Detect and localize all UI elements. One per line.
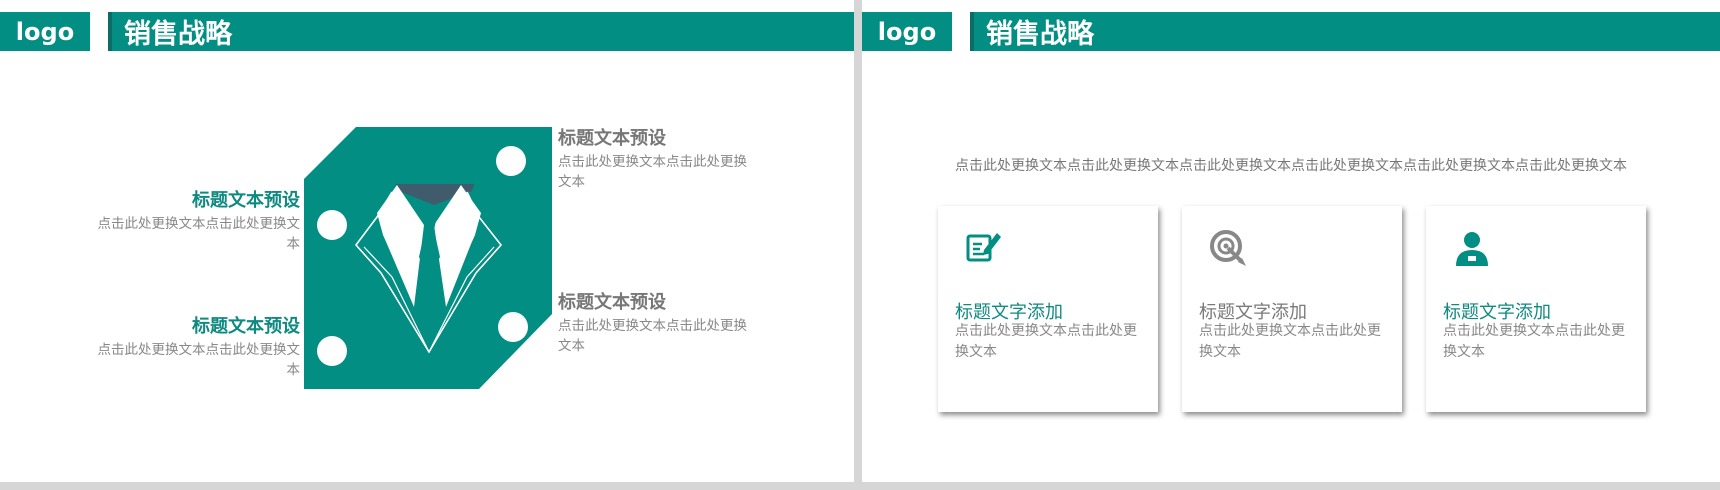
edit-icon (966, 233, 1001, 262)
dot-left-lower (317, 336, 347, 366)
block-title: 标题文本预设 (192, 316, 300, 337)
slide-title: 销售战略 (108, 12, 854, 51)
target-icon (1210, 230, 1246, 266)
text-block-right-1: 标题文本预设 点击此处更换文本点击此处更换文本 (558, 126, 753, 192)
dot-top-right (496, 146, 526, 176)
block-desc: 点击此处更换文本点击此处更换文本 (558, 154, 747, 190)
dot-right-lower (498, 312, 528, 342)
block-desc: 点击此处更换文本点击此处更换文本 (97, 216, 301, 252)
slide-right: logo 销售战略 点击此处更换文本点击此处更换文本点击此处更换文本点击此处更换… (862, 0, 1720, 482)
block-title: 标题文本预设 (558, 292, 666, 313)
block-title: 标题文本预设 (192, 190, 300, 211)
text-block-right-2: 标题文本预设 点击此处更换文本点击此处更换文本 (558, 290, 753, 356)
suit-illustration (304, 127, 552, 389)
feature-card-2: 标题文字添加 点击此处更换文本点击此处更换文本 (1182, 206, 1402, 412)
dot-left-upper (317, 210, 347, 240)
intro-text: 点击此处更换文本点击此处更换文本点击此处更换文本点击此处更换文本点击此处更换文本… (955, 158, 1627, 174)
slide-left: logo 销售战略 标题文本预设 点击此处更换文本点击此处更换文本 标题文本预设… (0, 0, 854, 482)
logo: logo (0, 12, 90, 51)
text-block-left-2: 标题文本预设 点击此处更换文本点击此处更换文本 (90, 314, 301, 380)
block-title: 标题文本预设 (558, 128, 666, 149)
block-desc: 点击此处更换文本点击此处更换文本 (558, 318, 747, 354)
card-desc: 点击此处更换文本点击此处更换文本 (1199, 323, 1381, 360)
feature-card-1: 标题文字添加 点击此处更换文本点击此处更换文本 (938, 206, 1158, 412)
text-block-left-1: 标题文本预设 点击此处更换文本点击此处更换文本 (90, 188, 301, 254)
card-desc: 点击此处更换文本点击此处更换文本 (1443, 323, 1625, 360)
block-desc: 点击此处更换文本点击此处更换文本 (97, 342, 301, 378)
feature-card-3: 标题文字添加 点击此处更换文本点击此处更换文本 (1426, 206, 1646, 412)
card-desc: 点击此处更换文本点击此处更换文本 (955, 323, 1137, 360)
logo: logo (862, 12, 952, 51)
user-icon (1456, 232, 1488, 266)
slide-title: 销售战略 (970, 12, 1720, 51)
